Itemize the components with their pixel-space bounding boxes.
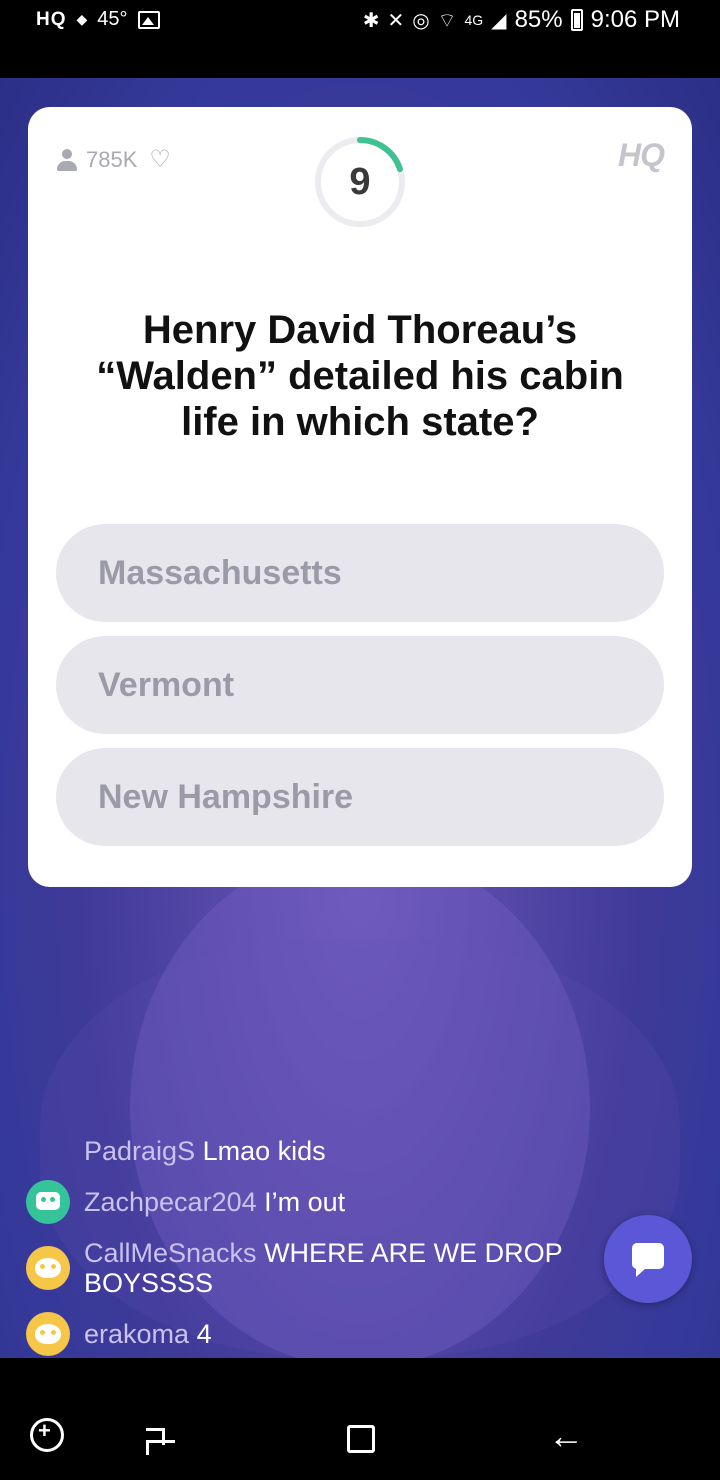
status-right: ✱ ✕ ◎ ⌔ 4G ◢ 85% 9:06 PM <box>363 6 680 34</box>
battery-icon <box>570 9 583 31</box>
answer-option-3[interactable]: New Hampshire <box>56 748 664 846</box>
chat-bubble-icon <box>632 1243 664 1277</box>
hq-logo: HQ <box>618 137 665 173</box>
alarm-icon: ◎ <box>412 9 430 32</box>
heart-icon[interactable]: ♡ <box>149 145 171 174</box>
image-icon <box>137 10 160 29</box>
navigation-bar <box>0 1358 720 1480</box>
chat-text: I’m out <box>264 1187 346 1217</box>
chat-text: 4 <box>196 1319 212 1349</box>
answer-option-1[interactable]: Massachusetts <box>56 524 664 622</box>
location-icon: ◆ <box>76 11 88 27</box>
hq-notification-icon: HQ <box>36 8 67 30</box>
battery-level: 85% <box>514 6 563 33</box>
wifi-icon: ⌔ <box>437 9 457 32</box>
chat-text: Lmao kids <box>202 1136 326 1166</box>
status-left: HQ ◆ 45° <box>36 8 160 31</box>
chat-message: PadraigS Lmao kids <box>84 1136 704 1166</box>
chat-username: CallMeSnacks <box>84 1238 257 1268</box>
viewer-count: 785K ♡ <box>56 145 171 174</box>
chat-username: erakoma <box>84 1319 190 1349</box>
robot-avatar-icon <box>26 1180 70 1224</box>
clock: 9:06 PM <box>590 6 680 33</box>
timer-number: 9 <box>349 160 371 203</box>
answer-option-2[interactable]: Vermont <box>56 636 664 734</box>
home-button-icon[interactable] <box>347 1425 375 1453</box>
temperature: 45° <box>97 8 128 30</box>
question-text: Henry David Thoreau’s “Walden” detailed … <box>96 308 624 444</box>
chat-button[interactable] <box>604 1215 692 1303</box>
bluetooth-icon: ✱ <box>362 9 380 32</box>
cat-avatar-icon <box>26 1246 70 1290</box>
viewer-count-label: 785K <box>86 146 138 172</box>
gamepad-icon[interactable] <box>30 1418 64 1452</box>
chat-username: PadraigS <box>84 1136 196 1166</box>
status-bar: HQ ◆ 45° ✱ ✕ ◎ ⌔ 4G ◢ 85% 9:06 PM <box>0 0 720 78</box>
chat-message: erakoma 4 <box>84 1319 704 1349</box>
mute-icon: ✕ <box>387 9 405 32</box>
person-icon <box>56 148 78 171</box>
signal-icon: ◢ <box>491 9 507 32</box>
chat-username: Zachpecar204 <box>84 1187 257 1217</box>
countdown-timer: 9 <box>313 135 407 229</box>
cat-avatar-icon <box>26 1312 70 1356</box>
back-arrow-icon[interactable]: ← <box>548 1416 584 1456</box>
recent-apps-icon[interactable] <box>146 1424 175 1455</box>
network-type: 4G <box>464 12 484 28</box>
question-card: 785K ♡ 9 HQ Henry David Thoreau’s “Walde… <box>28 107 692 887</box>
chat-message: Zachpecar204 I’m out <box>84 1187 704 1217</box>
chat-message: CallMeSnacks WHERE ARE WE DROP BOYSSSS <box>84 1238 614 1300</box>
